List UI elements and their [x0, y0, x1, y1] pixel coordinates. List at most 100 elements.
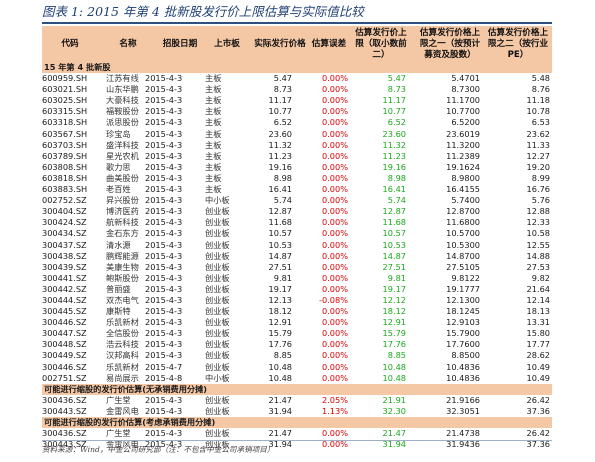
cell-upper: 5.74 — [387, 195, 406, 206]
cell-error: 0.00% — [321, 317, 348, 328]
cell-code: 300438.SZ — [42, 250, 87, 261]
cell-pe: 5.48 — [531, 73, 550, 84]
table-row: 603025.SH 大豪科技 2015-4-3 主板 11.17 0.00% 11.17 11… — [42, 95, 552, 106]
cell-board: 中小板 — [205, 372, 230, 383]
cell-upper2: 16.4155 — [446, 184, 480, 195]
cell-code: 300441.SZ — [42, 272, 87, 283]
table-row: 603703.SH 盛洋科技 2015-4-3 主板 11.32 0.00% 11.32 11… — [42, 140, 552, 151]
table-row: 603789.SH 星光农机 2015-4-3 主板 11.23 0.00% 11.23 11… — [42, 151, 552, 162]
cell-error: 0.00% — [321, 328, 348, 339]
cell-code: 300439.SZ — [42, 261, 87, 272]
cell-pe: 12.55 — [526, 239, 550, 250]
cell-error: 0.00% — [321, 117, 348, 128]
cell-date: 2015-4-3 — [145, 139, 183, 150]
table-row: 002751.SZ 易尚展示 2015-4-8 中小板 10.48 0.00% 10.48 1… — [42, 373, 552, 384]
cell-code: 300436.SZ — [42, 394, 87, 405]
table-row: 603818.SH 曲美股份 2015-4-3 主板 8.98 0.00% 8.98 8.98… — [42, 173, 552, 184]
cell-price: 11.32 — [268, 139, 292, 150]
cell-pe: 10.58 — [526, 228, 550, 239]
source-note: 资料来源：Wind，中金公司研究部（注：不包含中金公司承销项目） — [42, 445, 275, 454]
cell-code: 300434.SZ — [42, 228, 87, 239]
header-board: 上市板 — [214, 38, 240, 49]
cell-code: 603789.SH — [42, 150, 88, 161]
cell-price: 10.48 — [268, 372, 292, 383]
cell-price: 8.73 — [273, 84, 292, 95]
cell-date: 2015-4-3 — [145, 184, 183, 195]
cell-price: 5.74 — [273, 195, 292, 206]
cell-code: 600959.SH — [42, 73, 88, 84]
cell-pe: 19.20 — [526, 161, 550, 172]
cell-upper: 18.12 — [382, 306, 406, 317]
cell-error: 0.00% — [321, 228, 348, 239]
cell-upper: 10.48 — [382, 372, 406, 383]
cell-date: 2015-4-3 — [145, 150, 183, 161]
table-row: 300437.SZ 清水源 2015-4-3 创业板 10.53 0.00% 10.53 10… — [42, 240, 552, 251]
cell-error: 0.00% — [321, 206, 348, 217]
cell-price: 10.77 — [268, 106, 292, 117]
cell-date: 2015-4-3 — [145, 272, 183, 283]
cell-error: 0.00% — [321, 95, 348, 106]
cell-price: 19.17 — [268, 283, 292, 294]
cell-error: 0.00% — [321, 217, 348, 228]
cell-board: 主板 — [205, 84, 222, 95]
cell-price: 11.17 — [268, 95, 292, 106]
table-row: 300438.SZ 鹏辉能源 2015-4-3 创业板 14.87 0.00% 14.87 1… — [42, 251, 552, 262]
cell-code: 300446.SZ — [42, 361, 87, 372]
cell-upper: 15.79 — [382, 328, 406, 339]
cell-price: 9.81 — [273, 272, 292, 283]
cell-date: 2015-4-3 — [145, 294, 183, 305]
cell-board: 中小板 — [205, 195, 230, 206]
table-row: 300446.SZ 乐凯新材 2015-4-3 创业板 12.91 0.00% 12.91 1… — [42, 317, 552, 328]
cell-code: 603818.SH — [42, 172, 88, 183]
cell-upper2: 8.9800 — [451, 172, 480, 183]
cell-error: 0.00% — [321, 272, 348, 283]
cell-board: 主板 — [205, 139, 222, 150]
cell-pe: 11.18 — [526, 95, 550, 106]
cell-error: 0.00% — [321, 172, 348, 183]
cell-upper2: 23.6019 — [446, 128, 480, 139]
header-upper2: 估算发行价格上 限之一（按预计 募资及股数） — [419, 27, 481, 60]
cell-pe: 14.88 — [526, 250, 550, 261]
cell-error: 0.00% — [321, 350, 348, 361]
table-row: 603808.SH 歌力思 2015-4-3 主板 19.16 0.00% 19.16 19.… — [42, 162, 552, 173]
cell-price: 10.57 — [268, 228, 292, 239]
cell-error: 0.00% — [321, 150, 348, 161]
cell-date: 2015-4-3 — [145, 195, 183, 206]
cell-upper: 10.77 — [382, 106, 406, 117]
cell-upper2: 18.1245 — [446, 306, 480, 317]
cell-board: 创业板 — [205, 317, 230, 328]
cell-pe: 9.82 — [531, 272, 550, 283]
cell-code: 300436.SZ — [42, 428, 87, 439]
cell-code: 603318.SH — [42, 117, 88, 128]
cell-code: 603883.SH — [42, 184, 88, 195]
cell-upper: 11.32 — [382, 139, 406, 150]
cell-upper: 10.57 — [382, 228, 406, 239]
cell-board: 创业板 — [205, 294, 230, 305]
cell-date: 2015-4-3 — [145, 172, 183, 183]
cell-date: 2015-4-3 — [145, 428, 183, 439]
cell-upper: 27.51 — [382, 261, 406, 272]
cell-upper2: 8.8500 — [451, 350, 480, 361]
table-row: 600959.SH 江苏有线 2015-4-3 主板 5.47 0.00% 5.47 5.47… — [42, 73, 552, 84]
cell-error: 0.00% — [321, 128, 348, 139]
cell-upper: 16.41 — [382, 184, 406, 195]
cell-upper2: 11.2389 — [446, 150, 480, 161]
cell-price: 8.98 — [273, 172, 292, 183]
cell-upper2: 19.1624 — [446, 161, 480, 172]
table-row: 603318.SH 派思股份 2015-4-3 主板 6.52 0.00% 6.52 6.52… — [42, 117, 552, 128]
cell-upper2: 27.5105 — [446, 261, 480, 272]
cell-upper2: 14.8700 — [446, 250, 480, 261]
cell-pe: 27.53 — [526, 261, 550, 272]
cell-date: 2015-4-3 — [145, 73, 183, 84]
table-row: 300445.SZ 康斯特 2015-4-3 创业板 18.12 0.00% 18.12 18… — [42, 306, 552, 317]
cell-error: 0.00% — [321, 161, 348, 172]
cell-date: 2015-4-3 — [145, 206, 183, 217]
cell-code: 300437.SZ — [42, 239, 87, 250]
cell-error: 0.00% — [321, 250, 348, 261]
cell-price: 16.41 — [268, 184, 292, 195]
cell-board: 主板 — [205, 95, 222, 106]
cell-board: 主板 — [205, 184, 222, 195]
table-row: 002752.SZ 昇兴股份 2015-4-3 中小板 5.74 0.00% 5.74 5.7… — [42, 195, 552, 206]
cell-board: 创业板 — [205, 361, 230, 372]
cell-upper: 11.23 — [382, 150, 406, 161]
